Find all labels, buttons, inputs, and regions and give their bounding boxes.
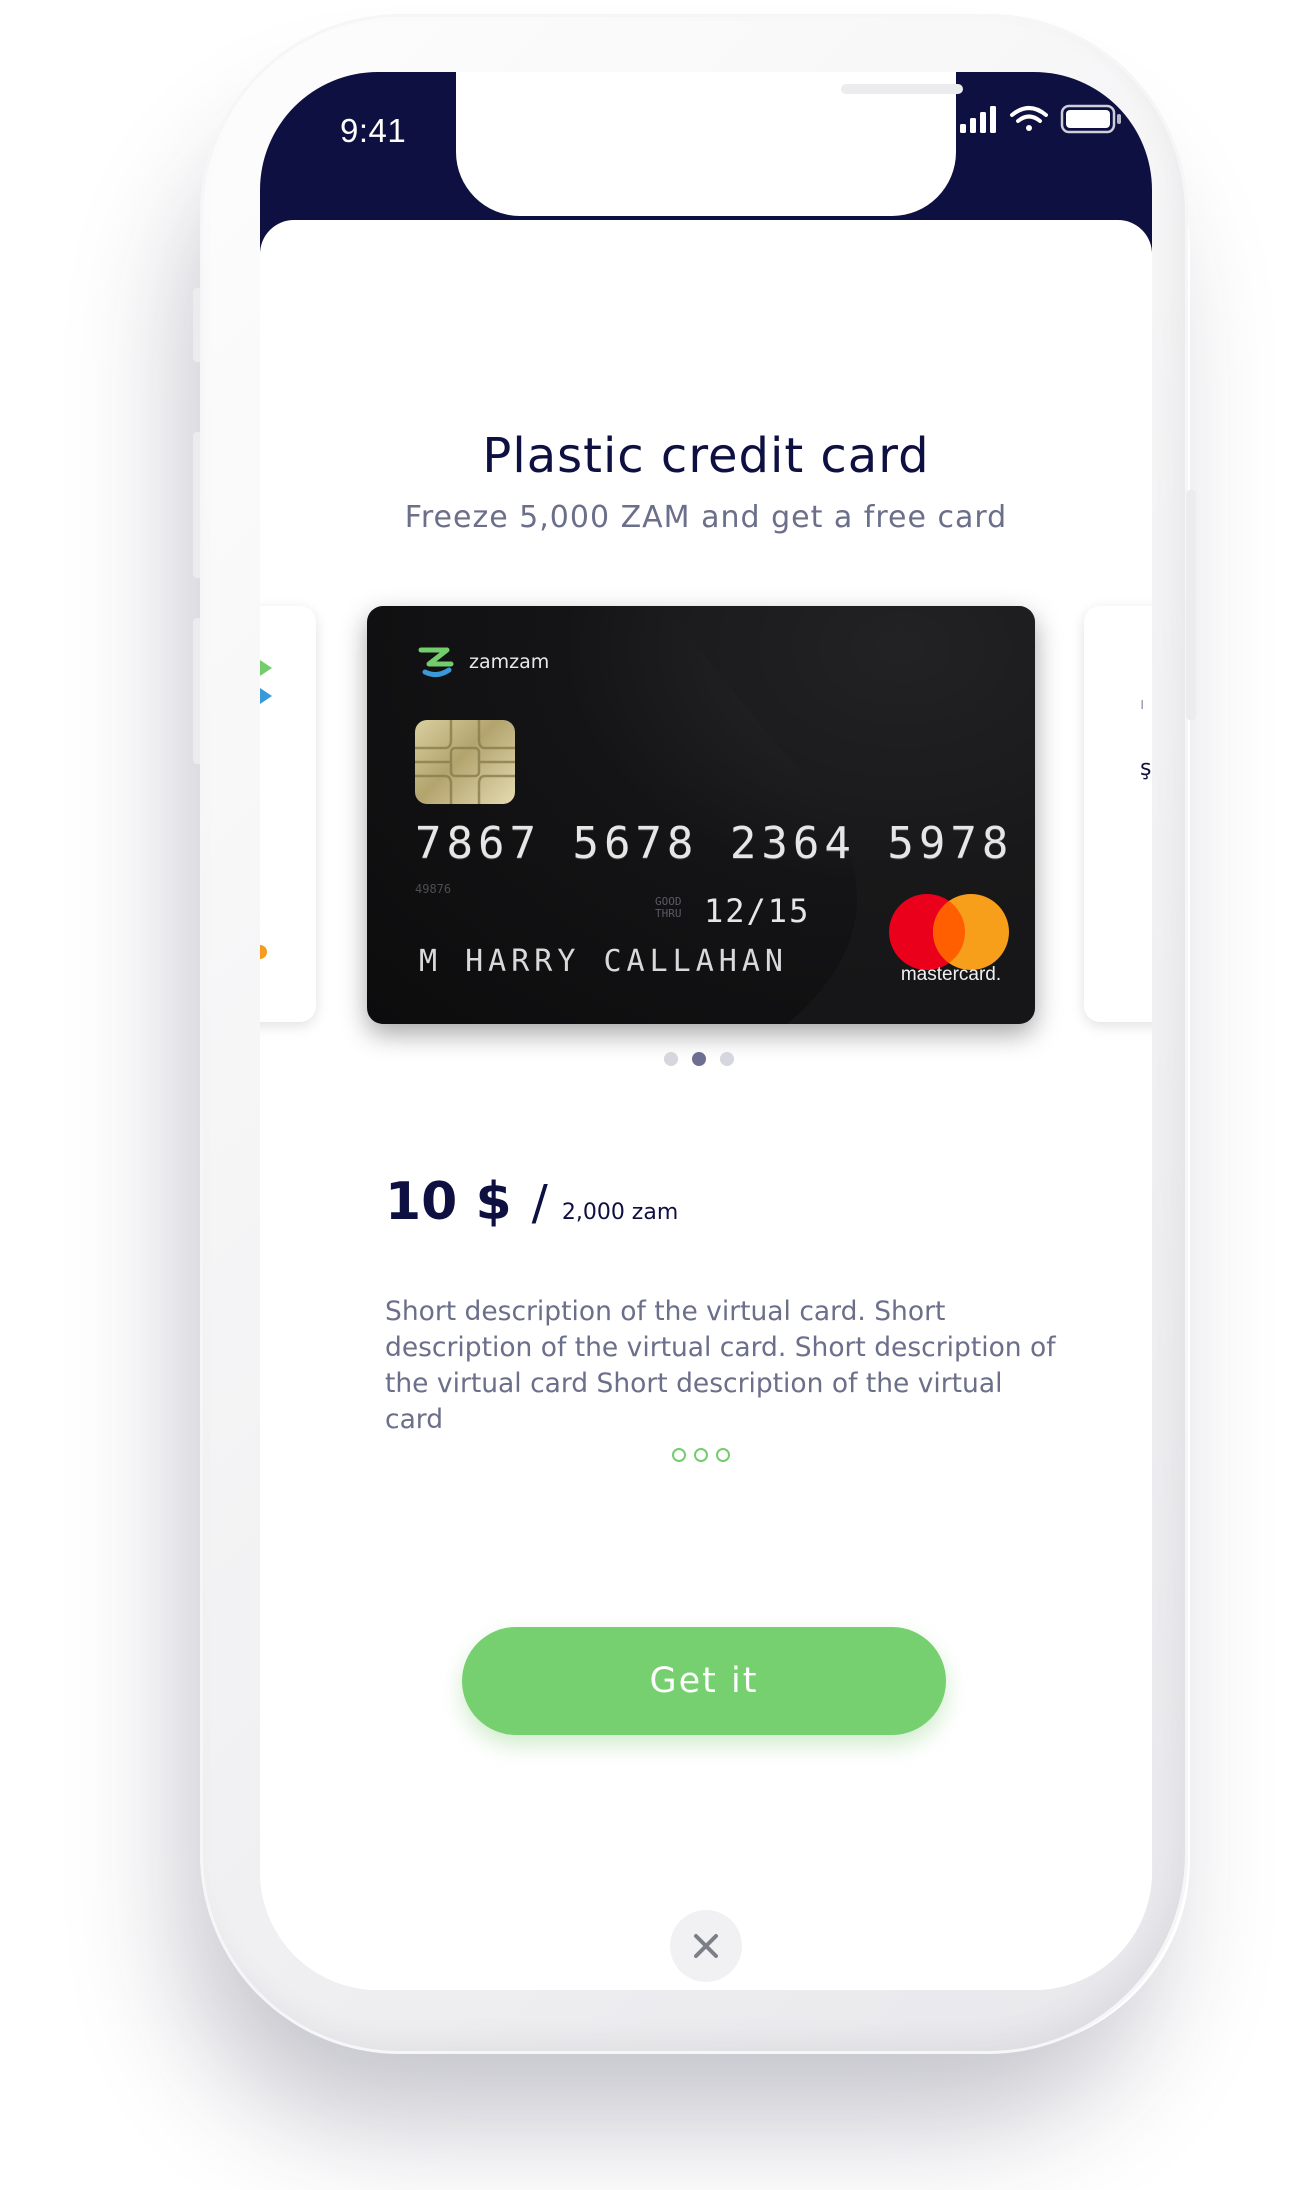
- offer-title: Plastic credit card: [482, 428, 930, 484]
- credit-card[interactable]: zamzam 7867 5678 2364 5978 49876 GOOD TH…: [367, 606, 1035, 1024]
- good-thru-label: GOOD THRU: [655, 895, 682, 920]
- power-button: [1186, 490, 1196, 720]
- previous-card-preview[interactable]: [260, 606, 316, 1022]
- card-brand: zamzam: [417, 644, 549, 680]
- card-description: Short description of the virtual card. S…: [385, 1296, 1056, 1435]
- mastercard-wordmark: mastercard.: [900, 964, 1002, 985]
- more-dot: [694, 1448, 708, 1462]
- pagination-dot-active[interactable]: [692, 1052, 706, 1066]
- close-button[interactable]: [670, 1910, 742, 1982]
- card-small-number: 49876: [415, 882, 452, 896]
- price-alt-value: 2,000 zam: [561, 1200, 679, 1225]
- pagination-dot[interactable]: [664, 1052, 678, 1066]
- wifi-icon: [1010, 106, 1048, 131]
- more-dot: [672, 1448, 686, 1462]
- close-icon: [694, 1934, 718, 1958]
- pagination-dot[interactable]: [720, 1052, 734, 1066]
- card-number: 7867 5678 2364 5978: [415, 818, 1014, 869]
- zamzam-logo-fragment-icon: [260, 660, 272, 959]
- notch: [456, 72, 963, 216]
- card-holder-name: M HARRY CALLAHAN: [419, 944, 788, 979]
- price-value: 10 $: [385, 1172, 512, 1232]
- next-card-fragment-mark: ş: [1140, 756, 1152, 781]
- more-dots-icon[interactable]: [672, 1448, 730, 1462]
- next-card-preview[interactable]: ı ş: [1084, 606, 1152, 1022]
- card-expiry: 12/15: [704, 892, 811, 930]
- card-brand-label: zamzam: [469, 651, 550, 673]
- price-separator: /: [531, 1175, 548, 1231]
- get-it-button[interactable]: Get it: [462, 1627, 946, 1735]
- speaker-grille: [841, 84, 963, 94]
- zamzam-logo-icon: [418, 647, 454, 678]
- status-time: 9:41: [340, 112, 407, 149]
- offer-subtitle: Freeze 5,000 ZAM and get a free card: [404, 500, 1008, 535]
- carousel-pagination: [664, 1052, 734, 1066]
- price-row: 10 $ / 2,000 zam: [385, 1172, 678, 1232]
- signal-icon: [960, 106, 996, 133]
- more-dot: [716, 1448, 730, 1462]
- status-icons: [960, 104, 1121, 134]
- next-card-fragment-mark: ı: [1140, 694, 1145, 713]
- phone-screen: 9:41 Plastic credit card Freeze 5,000 ZA…: [260, 72, 1152, 1990]
- card-chip-icon: [415, 720, 515, 804]
- battery-icon: [1060, 104, 1121, 134]
